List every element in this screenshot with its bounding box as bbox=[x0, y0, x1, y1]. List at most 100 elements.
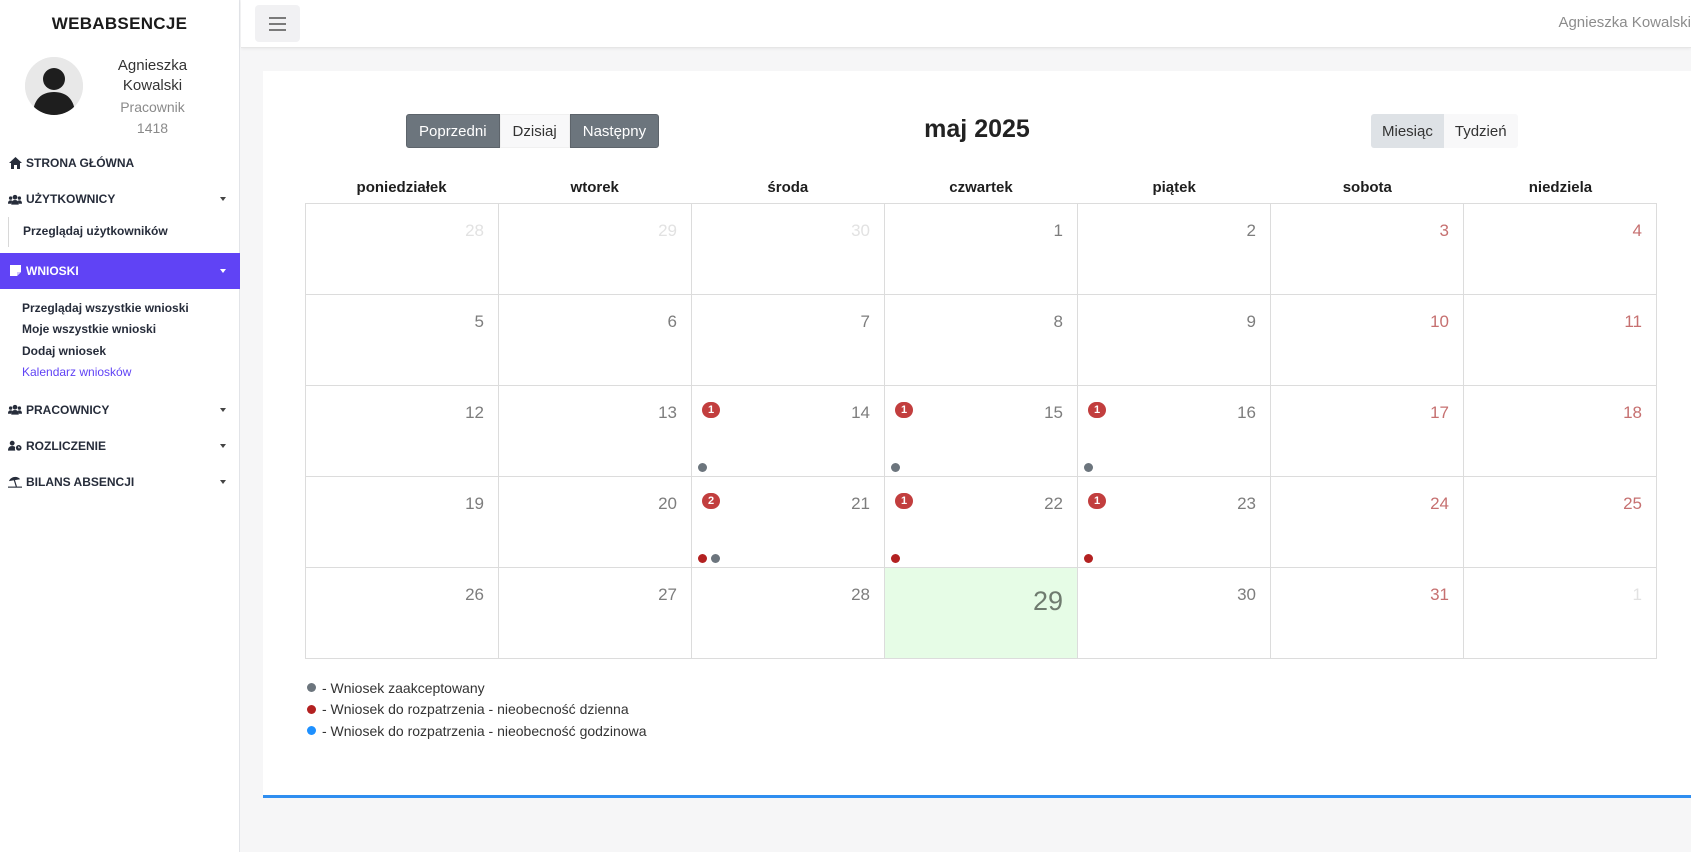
calendar-day[interactable]: 31 bbox=[1271, 568, 1464, 659]
request-status-dot-red[interactable] bbox=[698, 554, 707, 563]
next-button[interactable]: Następny bbox=[569, 114, 660, 148]
calendar-day-today[interactable]: 29 bbox=[885, 568, 1078, 659]
weekday-header: poniedziałek bbox=[356, 179, 447, 196]
calendar-day[interactable]: 12 bbox=[306, 386, 499, 477]
hamburger-icon bbox=[269, 16, 286, 19]
request-status-dot-gray[interactable] bbox=[891, 463, 900, 472]
sidebar-item-requests[interactable]: WNIOSKI bbox=[0, 252, 240, 289]
today-button[interactable]: Dzisiaj bbox=[499, 114, 570, 148]
calendar-day[interactable]: 16 1 bbox=[1078, 386, 1271, 477]
calendar-day[interactable]: 18 bbox=[1464, 386, 1657, 477]
sidebar-item-users[interactable]: UŻYTKOWNICY bbox=[0, 181, 240, 217]
day-number: 13 bbox=[658, 403, 677, 422]
request-count-badge[interactable]: 1 bbox=[702, 402, 720, 418]
calendar-day[interactable]: 7 bbox=[692, 295, 885, 386]
request-status-dot-gray[interactable] bbox=[1084, 463, 1093, 472]
request-status-dot-gray[interactable] bbox=[711, 554, 720, 563]
sidebar-item-home[interactable]: STRONA GŁÓWNA bbox=[0, 145, 240, 181]
weekday-header: niedziela bbox=[1528, 179, 1593, 196]
request-status-dot-gray[interactable] bbox=[698, 463, 707, 472]
day-number: 26 bbox=[465, 585, 484, 604]
request-dots bbox=[1084, 463, 1093, 472]
sidebar-item-label: PRACOWNICY bbox=[26, 402, 110, 417]
calendar-day[interactable]: 13 bbox=[499, 386, 692, 477]
calendar-day[interactable]: 19 bbox=[306, 477, 499, 568]
request-count-badge[interactable]: 2 bbox=[702, 493, 720, 509]
calendar-day[interactable]: 24 bbox=[1271, 477, 1464, 568]
calendar-day[interactable]: 1 bbox=[1464, 568, 1657, 659]
week-view-button[interactable]: Tydzień bbox=[1443, 114, 1518, 148]
calendar-day[interactable]: 14 1 bbox=[692, 386, 885, 477]
submenu-item-browse-all-requests[interactable]: Przeglądaj wszystkie wnioski bbox=[22, 298, 240, 320]
calendar-day[interactable]: 22 1 bbox=[885, 477, 1078, 568]
calendar-day[interactable]: 21 2 bbox=[692, 477, 885, 568]
top-navbar: Agnieszka Kowalski bbox=[241, 0, 1691, 48]
calendar-day[interactable]: 15 1 bbox=[885, 386, 1078, 477]
sidebar: WEBABSENCJE Agnieszka Kowalski Pracownik… bbox=[0, 0, 240, 852]
calendar-day[interactable]: 25 bbox=[1464, 477, 1657, 568]
calendar-day[interactable]: 10 bbox=[1271, 295, 1464, 386]
legend-item: - Wniosek do rozpatrzenia - nieobecność … bbox=[307, 699, 647, 721]
day-number: 10 bbox=[1430, 312, 1449, 331]
submenu-item-add-request[interactable]: Dodaj wniosek bbox=[22, 341, 240, 363]
calendar-day[interactable]: 30 bbox=[692, 204, 885, 295]
submenu-item-requests-calendar[interactable]: Kalendarz wniosków bbox=[22, 362, 240, 384]
day-number: 23 bbox=[1237, 494, 1256, 513]
day-number: 29 bbox=[1032, 586, 1063, 616]
calendar-day[interactable]: 3 bbox=[1271, 204, 1464, 295]
calendar-day[interactable]: 26 bbox=[306, 568, 499, 659]
month-view-button[interactable]: Miesiąc bbox=[1371, 114, 1444, 148]
day-number: 4 bbox=[1632, 221, 1642, 240]
weekday-header: czwartek bbox=[949, 179, 1013, 196]
requests-submenu: Przeglądaj wszystkie wnioski Moje wszyst… bbox=[8, 289, 240, 392]
day-number: 17 bbox=[1430, 403, 1449, 422]
submenu-item-browse-users[interactable]: Przeglądaj użytkowników bbox=[23, 221, 240, 243]
request-dots bbox=[891, 463, 900, 472]
calendar-day[interactable]: 5 bbox=[306, 295, 499, 386]
calendar-day[interactable]: 28 bbox=[306, 204, 499, 295]
calendar-day[interactable]: 11 bbox=[1464, 295, 1657, 386]
calendar-day[interactable]: 23 1 bbox=[1078, 477, 1271, 568]
calendar-day[interactable]: 27 bbox=[499, 568, 692, 659]
calendar-day[interactable]: 28 bbox=[692, 568, 885, 659]
calendar-day[interactable]: 9 bbox=[1078, 295, 1271, 386]
home-icon bbox=[8, 156, 22, 170]
request-count-badge[interactable]: 1 bbox=[1088, 493, 1106, 509]
legend-dot-red bbox=[307, 704, 316, 714]
day-number: 27 bbox=[658, 585, 677, 604]
calendar-day[interactable]: 4 bbox=[1464, 204, 1657, 295]
request-count-badge[interactable]: 1 bbox=[895, 402, 913, 418]
calendar-day[interactable]: 1 bbox=[885, 204, 1078, 295]
calendar-day[interactable]: 2 bbox=[1078, 204, 1271, 295]
calendar-week-row: 19 20 21 2 22 1 23 1 24 25 bbox=[306, 477, 1657, 568]
sidebar-item-balance[interactable]: BILANS ABSENCJI bbox=[0, 464, 240, 500]
sidebar-item-settlement[interactable]: ROZLICZENIE bbox=[0, 428, 240, 464]
caret-down-icon bbox=[220, 268, 226, 273]
calendar-weeks: 28 29 30 1 2 3 4 5 6 7 8 9 10 11 12 13 14 1 15 1 16 1 17 18 19 20… bbox=[305, 203, 1657, 659]
calendar-nav-buttons: Poprzedni Dzisiaj Następny bbox=[406, 114, 660, 148]
users-icon bbox=[8, 403, 22, 417]
calendar-day[interactable]: 20 bbox=[499, 477, 692, 568]
calendar-day[interactable]: 30 bbox=[1078, 568, 1271, 659]
prev-button[interactable]: Poprzedni bbox=[406, 114, 500, 148]
calendar-title-text: maj 2025 bbox=[924, 115, 1030, 143]
legend-item: - Wniosek do rozpatrzenia - nieobecność … bbox=[307, 720, 647, 742]
current-user-name[interactable]: Agnieszka Kowalski bbox=[1558, 14, 1691, 31]
request-count-badge[interactable]: 1 bbox=[1088, 402, 1106, 418]
request-status-dot-red[interactable] bbox=[891, 554, 900, 563]
calendar-day[interactable]: 6 bbox=[499, 295, 692, 386]
calendar-day[interactable]: 29 bbox=[499, 204, 692, 295]
day-number: 30 bbox=[1237, 585, 1256, 604]
legend-dot-blue bbox=[307, 726, 316, 736]
submenu-item-my-requests[interactable]: Moje wszystkie wnioski bbox=[22, 319, 240, 341]
day-number: 1 bbox=[1053, 221, 1063, 240]
calendar-day[interactable]: 8 bbox=[885, 295, 1078, 386]
request-count-badge[interactable]: 1 bbox=[895, 493, 913, 509]
day-number: 19 bbox=[465, 494, 484, 513]
day-number: 16 bbox=[1237, 403, 1256, 422]
menu-toggle-button[interactable] bbox=[255, 5, 300, 42]
sidebar-item-employees[interactable]: PRACOWNICY bbox=[0, 392, 240, 428]
calendar-day[interactable]: 17 bbox=[1271, 386, 1464, 477]
request-status-dot-red[interactable] bbox=[1084, 554, 1093, 563]
request-dots bbox=[891, 554, 900, 563]
